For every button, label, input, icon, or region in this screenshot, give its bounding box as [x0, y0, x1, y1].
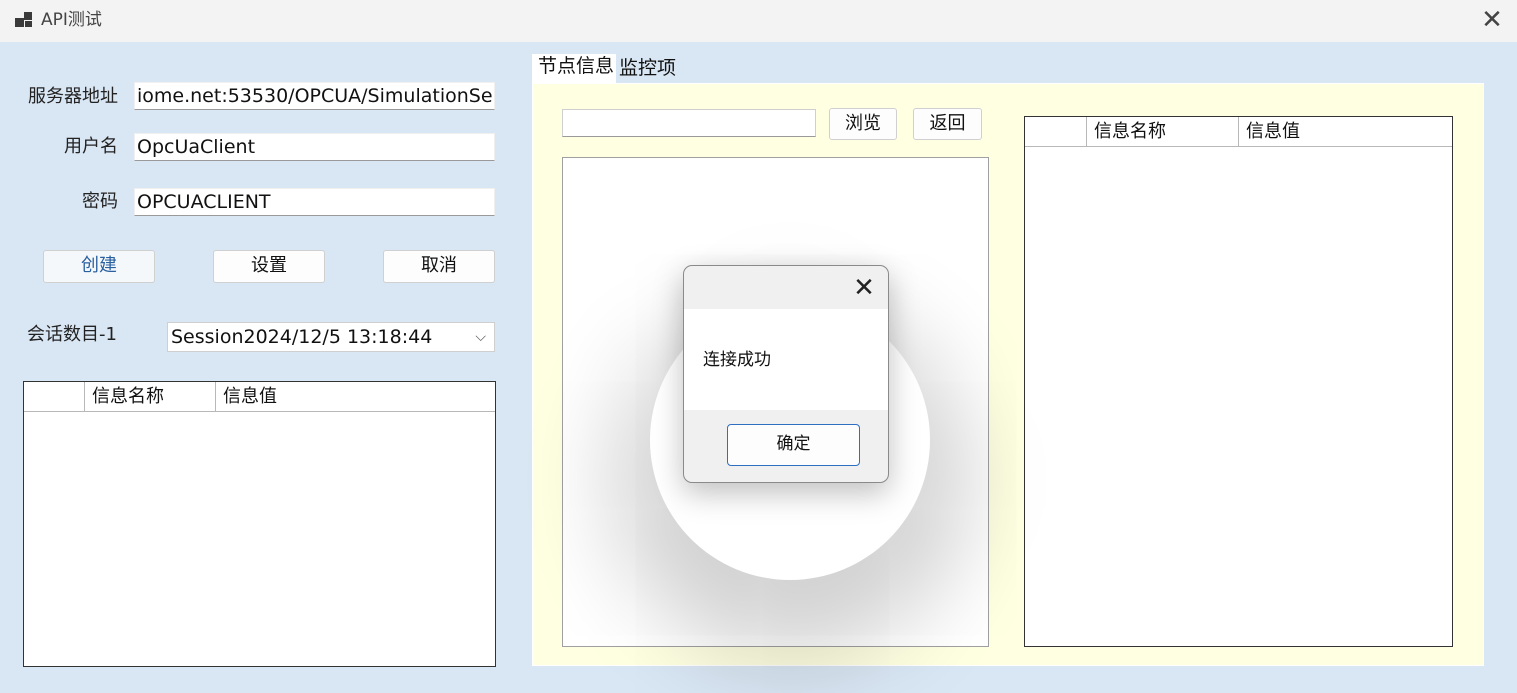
session-select[interactable]: Session2024/12/5 13:18:44 ⌵	[167, 322, 495, 352]
settings-button[interactable]: 设置	[213, 250, 325, 283]
browse-button[interactable]: 浏览	[829, 108, 897, 140]
grid-column-header[interactable]: 信息名称	[84, 382, 223, 411]
session-select-value: Session2024/12/5 13:18:44	[171, 326, 433, 348]
tab-node-info[interactable]: 节点信息	[532, 54, 616, 84]
close-icon[interactable]: ✕	[1478, 6, 1506, 34]
cancel-button[interactable]: 取消	[383, 250, 495, 283]
server-address-label: 服务器地址	[28, 86, 118, 107]
grid-header: 信息名称 信息值	[24, 382, 495, 412]
message-dialog: ✕ 连接成功 确定	[683, 265, 889, 483]
ok-button[interactable]: 确定	[727, 424, 860, 466]
node-info-grid[interactable]: 信息名称 信息值	[1024, 116, 1453, 647]
session-count-label: 会话数目-1	[27, 324, 117, 345]
username-input[interactable]: OpcUaClient	[134, 133, 495, 161]
grid-header: 信息名称 信息值	[1025, 117, 1452, 147]
server-address-input[interactable]: iome.net:53530/OPCUA/SimulationServer	[134, 82, 495, 110]
grid-column-header[interactable]: 信息名称	[1086, 117, 1246, 146]
back-button[interactable]: 返回	[913, 108, 982, 140]
username-label: 用户名	[64, 136, 118, 157]
password-label: 密码	[82, 191, 118, 212]
create-button[interactable]: 创建	[43, 250, 155, 283]
window-title: API测试	[41, 10, 102, 30]
dialog-message: 连接成功	[703, 350, 771, 370]
chevron-down-icon: ⌵	[475, 329, 486, 345]
dialog-body: 连接成功	[684, 309, 888, 410]
node-path-input[interactable]	[562, 109, 816, 137]
app-icon	[15, 12, 32, 27]
tab-monitored-items[interactable]: 监控项	[619, 56, 679, 82]
grid-column-header[interactable]: 信息值	[215, 382, 503, 411]
grid-column-header[interactable]: 信息值	[1238, 117, 1460, 146]
title-bar: API测试 ✕	[0, 0, 1517, 42]
password-input[interactable]: OPCUACLIENT	[134, 188, 495, 216]
close-icon[interactable]: ✕	[848, 272, 880, 304]
session-info-grid[interactable]: 信息名称 信息值	[23, 381, 496, 667]
